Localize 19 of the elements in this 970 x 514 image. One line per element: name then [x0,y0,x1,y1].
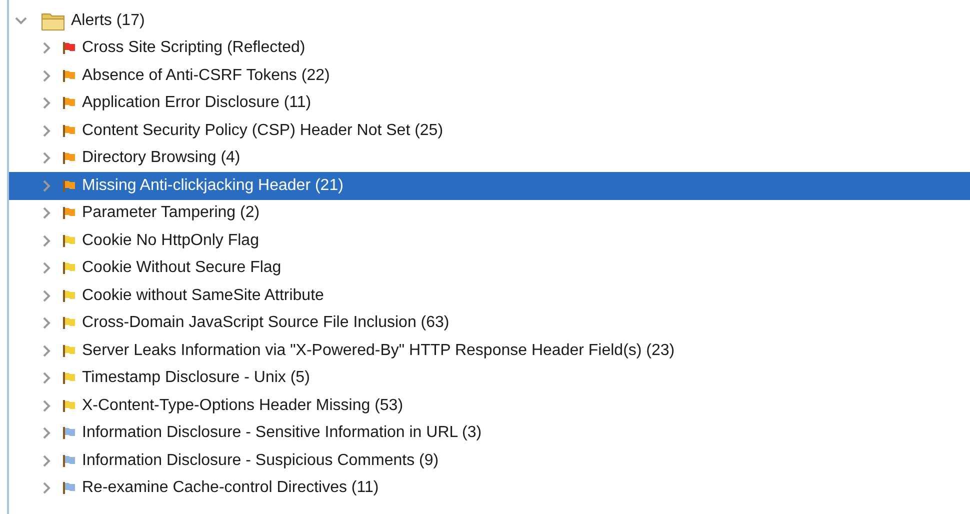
tree-item[interactable]: Re-examine Cache-control Directives (11) [9,474,970,502]
tree-item[interactable]: Content Security Policy (CSP) Header Not Set (25) [9,117,970,144]
tree-root-label[interactable]: Alerts (17) [71,12,145,30]
tree-item[interactable]: Information Disclosure - Sensitive Information in URL (3) [9,420,970,447]
tree-item[interactable]: Parameter Tampering (2) [9,200,970,227]
tree-item[interactable]: Timestamp Disclosure - Unix (5) [9,364,970,392]
tree-item[interactable]: Cookie Without Secure Flag [9,254,970,282]
tree-item[interactable]: Directory Browsing (4) [9,144,970,172]
tree-item[interactable]: Absence of Anti-CSRF Tokens (22) [9,62,970,90]
tree-item[interactable]: Server Leaks Information via "X-Powered-By" HTTP Response Header Field(s) (23) [9,337,970,364]
tree-item[interactable]: Missing Anti-clickjacking Header (21) [9,172,970,200]
tree-item[interactable]: Application Error Disclosure (11) [9,90,970,117]
tree-item[interactable]: Cross Site Scripting (Reflected) [9,34,970,62]
tree-item[interactable]: Cookie No HttpOnly Flag [9,227,970,254]
tree-item[interactable]: Cookie without SameSite Attribute [9,282,970,310]
tree-item[interactable]: Cross-Domain JavaScript Source File Inclusion (63) [9,310,970,337]
tree-item[interactable]: X-Content-Type-Options Header Missing (53) [9,392,970,420]
folder-icon [41,10,65,31]
tree-item[interactable]: Information Disclosure - Suspicious Comments (9) [9,447,970,474]
